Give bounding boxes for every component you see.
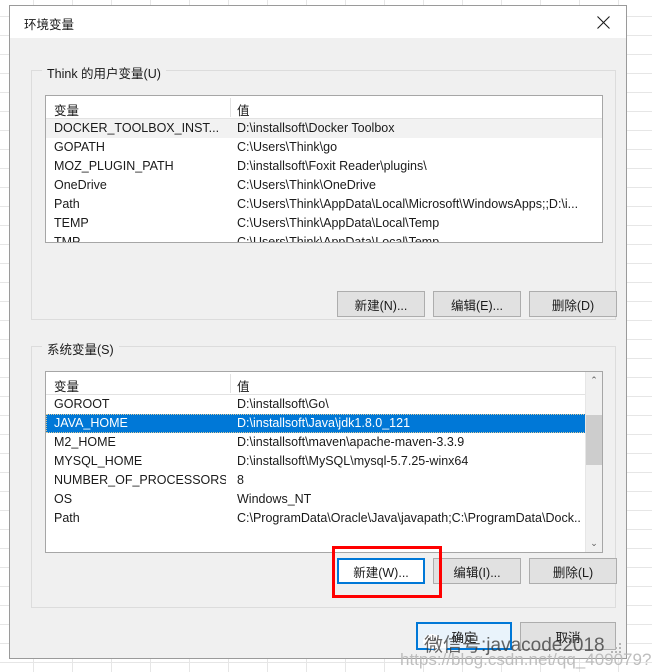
scroll-down-icon[interactable]: ⌄ [586, 535, 602, 552]
cancel-button[interactable]: 取消 [520, 622, 616, 650]
table-row[interactable]: MOZ_PLUGIN_PATH D:\installsoft\Foxit Read… [46, 157, 602, 176]
table-row[interactable]: MYSQL_HOME D:\installsoft\MySQL\mysql-5.7… [46, 452, 602, 471]
table-row[interactable]: OneDrive C:\Users\Think\OneDrive [46, 176, 602, 195]
system-variables-legend: 系统变量(S) [42, 339, 119, 358]
row-variable-value: 8 [237, 473, 244, 487]
row-variable-name: GOPATH [54, 140, 105, 154]
scrollbar-thumb[interactable] [586, 415, 602, 465]
user-new-button[interactable]: 新建(N)... [337, 291, 425, 317]
user-col-variable[interactable]: 变量 [54, 100, 79, 119]
row-variable-value: C:\Users\Think\AppData\Local\Temp [237, 216, 440, 230]
user-delete-button[interactable]: 删除(D) [529, 291, 617, 317]
row-variable-name: MYSQL_HOME [54, 454, 143, 468]
row-variable-value: D:\installsoft\MySQL\mysql-5.7.25-winx64 [237, 454, 469, 468]
row-variable-value: C:\Users\Think\AppData\Local\Temp [237, 235, 440, 243]
system-delete-button[interactable]: 删除(L) [529, 558, 617, 584]
table-row[interactable]: Path C:\ProgramData\Oracle\Java\javapath;… [46, 509, 602, 528]
table-row[interactable]: TEMP C:\Users\Think\AppData\Local\Temp [46, 214, 602, 233]
table-row[interactable]: NUMBER_OF_PROCESSORS 8 [46, 471, 602, 490]
row-variable-value: D:\installsoft\Go\ [237, 397, 329, 411]
dialog-title: 环境变量 [24, 18, 75, 32]
scroll-up-icon[interactable]: ⌃ [586, 372, 602, 389]
table-row[interactable]: M2_HOME D:\installsoft\maven\apache-maven… [46, 433, 602, 452]
table-row[interactable]: TMP C:\Users\Think\AppData\Local\Temp [46, 233, 602, 243]
close-icon[interactable] [581, 6, 626, 38]
row-variable-name: OneDrive [54, 178, 107, 192]
system-col-variable[interactable]: 变量 [54, 376, 79, 395]
table-row[interactable]: Path C:\Users\Think\AppData\Local\Microso… [46, 195, 602, 214]
table-row[interactable]: GOPATH C:\Users\Think\go [46, 138, 602, 157]
user-col-divider [230, 98, 231, 117]
row-variable-name: Path [54, 511, 80, 525]
system-col-divider [230, 374, 231, 393]
row-variable-name: Path [54, 197, 80, 211]
row-variable-name: OS [54, 492, 73, 506]
system-list-scrollbar[interactable]: ⌃ ⌄ [585, 372, 602, 552]
user-list-header: 变量 值 [46, 96, 602, 119]
row-variable-value: D:\installsoft\Java\jdk1.8.0_121 [237, 416, 411, 430]
row-variable-value: D:\installsoft\maven\apache-maven-3.3.9 [237, 435, 465, 449]
table-row[interactable]: GOROOT D:\installsoft\Go\ [46, 395, 602, 414]
user-edit-button[interactable]: 编辑(E)... [433, 291, 521, 317]
row-variable-name: TMP [54, 235, 81, 243]
row-variable-value: C:\Users\Think\OneDrive [237, 178, 376, 192]
row-variable-name: DOCKER_TOOLBOX_INST... [54, 121, 220, 135]
row-variable-value: Windows_NT [237, 492, 312, 506]
row-variable-name: NUMBER_OF_PROCESSORS [54, 473, 226, 487]
system-list-header: 变量 值 [46, 372, 602, 395]
row-variable-name: JAVA_HOME [54, 416, 128, 430]
resize-grip-icon[interactable] [611, 643, 623, 655]
table-row[interactable]: OS Windows_NT [46, 490, 602, 509]
system-variables-list[interactable]: 变量 值 GOROOT D:\installsoft\Go\ JAVA_HOME D:… [45, 371, 603, 553]
system-list-body: GOROOT D:\installsoft\Go\ JAVA_HOME D:\inst… [46, 395, 602, 528]
row-variable-name: TEMP [54, 216, 89, 230]
row-variable-value: D:\installsoft\Docker Toolbox [237, 121, 395, 135]
user-list-body: DOCKER_TOOLBOX_INST... D:\installsoft\Doc… [46, 119, 602, 243]
system-col-value[interactable]: 值 [237, 376, 250, 395]
row-variable-value: C:\ProgramData\Oracle\Java\javapath;C:\P… [237, 511, 582, 525]
user-variables-group: Think 的用户变量(U) 变量 值 DOCKER_TOOLBOX_INST.… [31, 63, 616, 320]
row-variable-value: C:\Users\Think\go [237, 140, 338, 154]
row-variable-name: MOZ_PLUGIN_PATH [54, 159, 174, 173]
user-variables-list[interactable]: 变量 值 DOCKER_TOOLBOX_INST... D:\installsof… [45, 95, 603, 243]
system-edit-button[interactable]: 编辑(I)... [433, 558, 521, 584]
system-new-button[interactable]: 新建(W)... [337, 558, 425, 584]
environment-variables-dialog: 环境变量 Think 的用户变量(U) 变量 值 DOCKER_TOOLBOX_… [9, 5, 627, 659]
user-variables-legend: Think 的用户变量(U) [42, 63, 166, 82]
table-row[interactable]: JAVA_HOME D:\installsoft\Java\jdk1.8.0_12… [46, 414, 602, 433]
row-variable-value: C:\Users\Think\AppData\Local\Microsoft\W… [237, 197, 579, 211]
row-variable-name: GOROOT [54, 397, 110, 411]
ok-button[interactable]: 确定 [416, 622, 512, 650]
row-variable-value: D:\installsoft\Foxit Reader\plugins\ [237, 159, 427, 173]
user-col-value[interactable]: 值 [237, 100, 250, 119]
table-row[interactable]: DOCKER_TOOLBOX_INST... D:\installsoft\Doc… [46, 119, 602, 138]
dialog-titlebar: 环境变量 [10, 6, 626, 38]
row-variable-name: M2_HOME [54, 435, 116, 449]
